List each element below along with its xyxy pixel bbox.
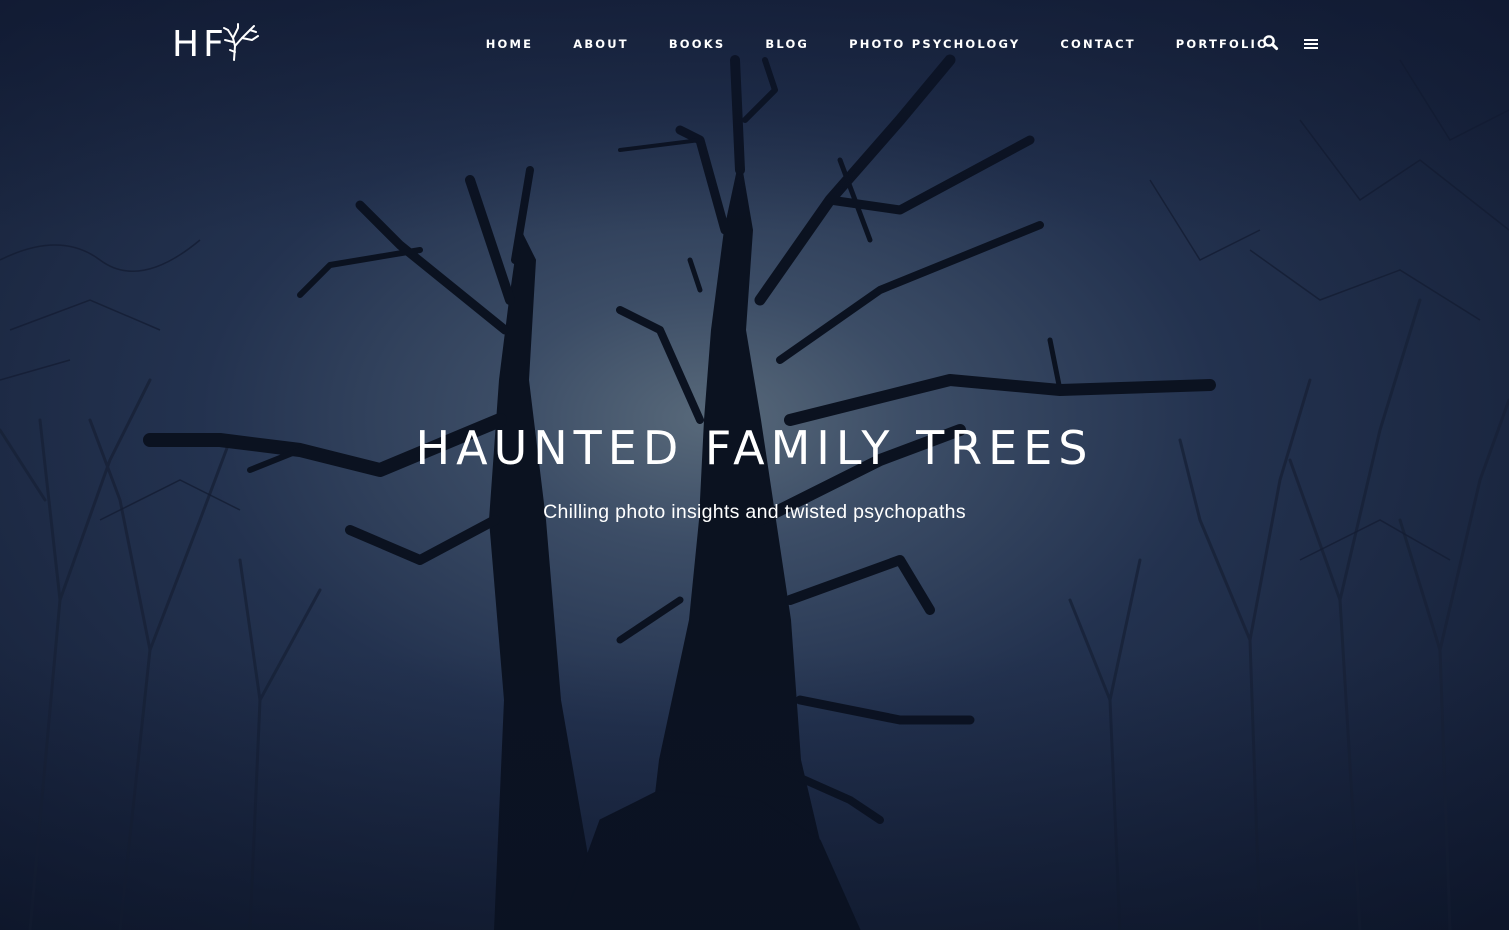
hamburger-menu-icon[interactable] <box>1302 35 1322 53</box>
dead-tree-icon <box>222 23 259 61</box>
hero-title: HAUNTED FAMILY TREES <box>415 421 1094 475</box>
nav-item-books[interactable]: BOOKS <box>669 30 726 58</box>
nav-item-photo-psychology[interactable]: PHOTO PSYCHOLOGY <box>849 30 1020 58</box>
hero-section: HAUNTED FAMILY TREES Chilling photo insi… <box>0 418 1509 524</box>
main-navigation: HOME ABOUT BOOKS BLOG PHOTO PSYCHOLOGY C… <box>486 30 1269 58</box>
hero-subtitle: Chilling photo insights and twisted psyc… <box>543 501 966 523</box>
nav-item-contact[interactable]: CONTACT <box>1060 30 1135 58</box>
site-header: HF HOME ABOUT BOOKS BLOG PHOTO PSYCHOLOG… <box>0 0 1509 88</box>
nav-item-portfolio[interactable]: PORTFOLIO <box>1176 30 1269 58</box>
page: HF HOME ABOUT BOOKS BLOG PHOTO PSYCHOLOG… <box>0 0 1509 930</box>
search-icon[interactable] <box>1262 34 1280 52</box>
nav-item-blog[interactable]: BLOG <box>765 30 809 58</box>
nav-item-home[interactable]: HOME <box>486 30 534 58</box>
nav-item-about[interactable]: ABOUT <box>573 30 629 58</box>
site-logo[interactable]: HF <box>172 22 260 68</box>
